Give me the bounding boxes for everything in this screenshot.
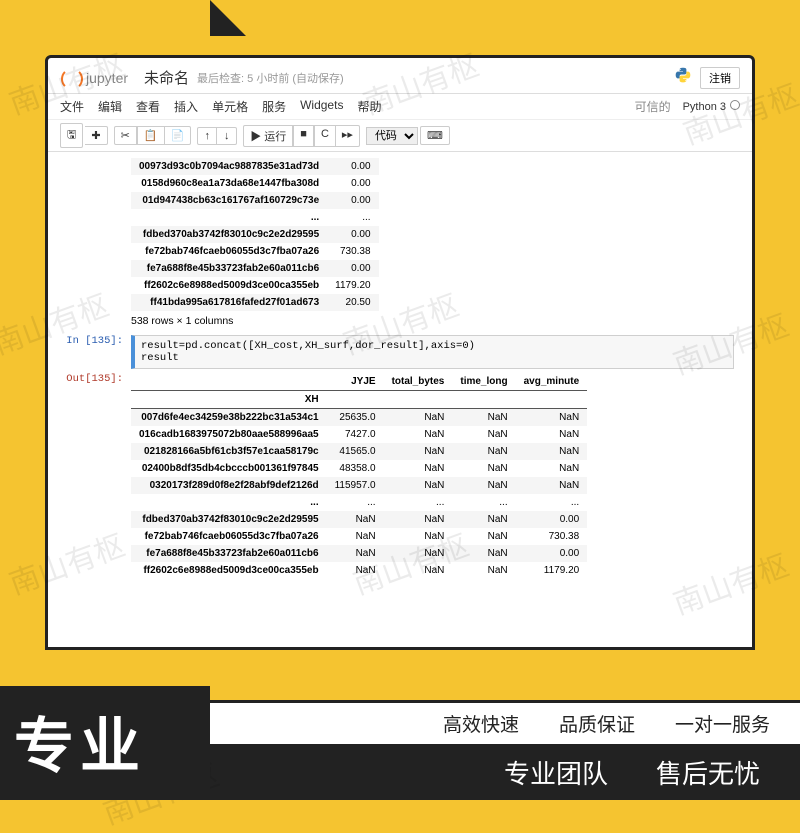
menu-edit[interactable]: 编辑: [98, 98, 122, 115]
move-down-button[interactable]: ↓: [217, 127, 237, 145]
promo-text: 一对一服务: [675, 710, 770, 737]
code-input[interactable]: result=pd.concat([XH_cost,XH_surf,dor_re…: [131, 335, 734, 369]
table-row: fe72bab746fcaeb06055d3c7fba07a26730.38: [131, 243, 379, 260]
output-cell-134: 00973d93c0b7094ac9887835e31ad73d0.000158…: [66, 158, 734, 331]
menu-file[interactable]: 文件: [60, 98, 84, 115]
code-cell-135[interactable]: In [135]: result=pd.concat([XH_cost,XH_s…: [66, 335, 734, 369]
copy-button[interactable]: 📋: [137, 126, 165, 145]
python-icon: [674, 66, 692, 89]
promo-text: 品质保证: [559, 710, 635, 737]
menu-kernel[interactable]: 服务: [262, 98, 286, 115]
menubar: 文件 编辑 查看 插入 单元格 服务 Widgets 帮助 可信的 Python…: [48, 94, 752, 119]
promo-text: 售后无忧: [656, 754, 760, 791]
out-prompt: Out[135]:: [66, 373, 131, 579]
logo-text: jupyter: [86, 70, 128, 86]
add-cell-button[interactable]: ✚: [85, 126, 107, 145]
command-palette-button[interactable]: ⌨: [420, 126, 450, 145]
cut-button[interactable]: ✂: [114, 126, 137, 145]
dataframe-table: JYJEtotal_bytestime_longavg_minuteXH 007…: [131, 373, 587, 579]
table-row: ff2602c6e8988ed5009d3ce00ca355eb1179.20: [131, 277, 379, 294]
kernel-name[interactable]: Python 3: [683, 100, 740, 113]
promo-text: 专业团队: [504, 754, 608, 791]
table-row: 0320173f289d0f8e2f28abf9def2126d115957.0…: [131, 477, 587, 494]
table-row: ...............: [131, 494, 587, 511]
menu-help[interactable]: 帮助: [357, 98, 381, 115]
save-button[interactable]: 🖫: [60, 123, 83, 148]
in-prompt: In [135]:: [66, 335, 131, 369]
table-row: fe7a688f8e45b33723fab2e60a011cb60.00: [131, 260, 379, 277]
toolbar: 🖫 ✚ ✂ 📋 📄 ↑ ↓ ▶ 运行 ■ C ▸▸ 代码 ⌨: [48, 119, 752, 152]
output-cell-135: Out[135]: JYJEtotal_bytestime_longavg_mi…: [66, 373, 734, 579]
table-row: fdbed370ab3742f83010c9c2e2d295950.00: [131, 226, 379, 243]
menu-view[interactable]: 查看: [136, 98, 160, 115]
table-row: fe7a688f8e45b33723fab2e60a011cb6NaNNaNNa…: [131, 545, 587, 562]
stop-button[interactable]: ■: [293, 125, 314, 147]
table-row: 007d6fe4ec34259e38b222bc31a534c125635.0N…: [131, 409, 587, 427]
restart-button[interactable]: C: [314, 125, 336, 147]
promo-tag: 专业: [0, 650, 210, 800]
table-row: ......: [131, 209, 379, 226]
run-button[interactable]: ▶ 运行: [243, 125, 293, 147]
table-row: ff2602c6e8988ed5009d3ce00ca355ebNaNNaNNa…: [131, 562, 587, 579]
paste-button[interactable]: 📄: [165, 126, 192, 145]
promo-text: 高效快速: [443, 710, 519, 737]
notebook-area[interactable]: 00973d93c0b7094ac9887835e31ad73d0.000158…: [48, 152, 752, 650]
table-row: fdbed370ab3742f83010c9c2e2d29595NaNNaNNa…: [131, 511, 587, 528]
table-row: 01d947438cb63c161767af160729c73e0.00: [131, 192, 379, 209]
menu-cell[interactable]: 单元格: [212, 98, 248, 115]
header: jupyter 未命名 最后检查: 5 小时前 (自动保存) 注销: [48, 58, 752, 94]
table-row: fe72bab746fcaeb06055d3c7fba07a26NaNNaNNa…: [131, 528, 587, 545]
checkpoint-status: 最后检查: 5 小时前 (自动保存): [197, 70, 344, 86]
jupyter-window: jupyter 未命名 最后检查: 5 小时前 (自动保存) 注销 文件 编辑 …: [45, 55, 755, 650]
trusted-status[interactable]: 可信的: [635, 98, 671, 115]
dataframe-table: 00973d93c0b7094ac9887835e31ad73d0.000158…: [131, 158, 379, 311]
jupyter-logo[interactable]: jupyter: [60, 67, 128, 89]
table-row: 0158d960c8ea1a73da68e1447fba308d0.00: [131, 175, 379, 192]
logout-button[interactable]: 注销: [700, 67, 740, 89]
menu-insert[interactable]: 插入: [174, 98, 198, 115]
table-row: 00973d93c0b7094ac9887835e31ad73d0.00: [131, 158, 379, 175]
restart-run-all-button[interactable]: ▸▸: [336, 125, 360, 147]
jupyter-icon: [60, 67, 82, 89]
table-row: 02400b8df35db4cbcccb001361f9784548358.0N…: [131, 460, 587, 477]
dataframe-dims: 538 rows × 1 columns: [131, 311, 734, 331]
notebook-title[interactable]: 未命名: [144, 67, 189, 88]
celltype-select[interactable]: 代码: [366, 127, 418, 145]
move-up-button[interactable]: ↑: [197, 127, 217, 145]
table-row: ff41bda995a617816fafed27f01ad67320.50: [131, 294, 379, 311]
menu-widgets[interactable]: Widgets: [300, 98, 343, 115]
kernel-indicator-icon: [730, 100, 740, 110]
promo-tag-text: 专业: [14, 698, 146, 785]
table-row: 016cadb1683975072b80aae588996aa57427.0Na…: [131, 426, 587, 443]
table-row: 021828166a5bf61cb3f57e1caa58179c41565.0N…: [131, 443, 587, 460]
